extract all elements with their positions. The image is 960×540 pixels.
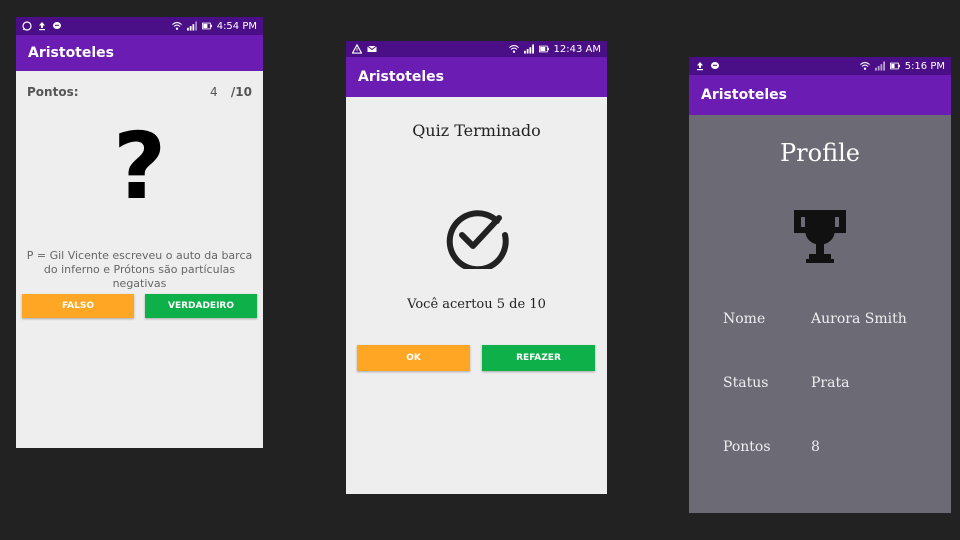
app-bar: Aristoteles bbox=[689, 75, 951, 115]
result-content: Quiz Terminado Você acertou 5 de 10 OK R… bbox=[346, 97, 607, 494]
app-title: Aristoteles bbox=[358, 69, 444, 85]
app-title: Aristoteles bbox=[701, 87, 787, 103]
result-text: Você acertou 5 de 10 bbox=[407, 297, 546, 312]
trophy-icon bbox=[790, 207, 850, 265]
points-label: Pontos bbox=[723, 439, 771, 455]
warning-icon bbox=[352, 44, 362, 54]
status-bar: 4:54 PM bbox=[16, 17, 263, 35]
question-mark-icon: ? bbox=[112, 113, 167, 220]
status-bar: 5:16 PM bbox=[689, 57, 951, 75]
quiz-content: Pontos: 4 /10 ? P = Gil Vicente escreveu… bbox=[16, 71, 263, 448]
ok-button[interactable]: OK bbox=[357, 345, 470, 371]
name-value: Aurora Smith bbox=[811, 311, 907, 327]
wifi-icon bbox=[508, 44, 519, 54]
app-title: Aristoteles bbox=[28, 45, 114, 61]
signal-icon bbox=[874, 61, 885, 71]
app-bar: Aristoteles bbox=[346, 57, 607, 97]
battery-icon bbox=[889, 61, 900, 71]
status-value: Prata bbox=[811, 375, 850, 391]
status-time: 12:43 AM bbox=[553, 43, 601, 55]
profile-content: Profile Nome Aurora Smith Status Prata P… bbox=[689, 115, 951, 513]
score-row: Pontos: 4 /10 bbox=[27, 85, 252, 101]
profile-title: Profile bbox=[780, 139, 860, 167]
chat-icon bbox=[52, 21, 62, 31]
quiz-finished-title: Quiz Terminado bbox=[412, 121, 541, 140]
check-circle-icon bbox=[443, 201, 511, 273]
quiz-finished-screen: 12:43 AM Aristoteles Quiz Terminado Você… bbox=[346, 41, 607, 494]
upload-icon bbox=[695, 61, 705, 71]
whatsapp-icon bbox=[22, 21, 32, 31]
true-button[interactable]: VERDADEIRO bbox=[145, 294, 257, 318]
status-time: 4:54 PM bbox=[216, 20, 257, 32]
profile-screen: 5:16 PM Aristoteles Profile Nome Aurora … bbox=[689, 57, 951, 513]
score-total: /10 bbox=[230, 85, 252, 99]
chat-icon bbox=[710, 61, 720, 71]
false-button[interactable]: FALSO bbox=[22, 294, 134, 318]
quiz-question-screen: 4:54 PM Aristoteles Pontos: 4 /10 ? P = … bbox=[16, 17, 263, 448]
status-time: 5:16 PM bbox=[904, 60, 945, 72]
redo-button[interactable]: REFAZER bbox=[482, 345, 595, 371]
wifi-icon bbox=[171, 21, 182, 31]
status-label: Status bbox=[723, 375, 769, 391]
points-value: 8 bbox=[811, 439, 820, 455]
battery-icon bbox=[538, 44, 549, 54]
question-text: P = Gil Vicente escreveu o auto da barca… bbox=[26, 249, 253, 290]
signal-icon bbox=[523, 44, 534, 54]
score-value: 4 bbox=[210, 85, 218, 99]
status-bar: 12:43 AM bbox=[346, 41, 607, 57]
app-bar: Aristoteles bbox=[16, 35, 263, 71]
wifi-icon bbox=[859, 61, 870, 71]
score-label: Pontos: bbox=[27, 85, 79, 99]
battery-icon bbox=[201, 21, 212, 31]
mail-icon bbox=[367, 44, 377, 54]
upload-icon bbox=[37, 21, 47, 31]
signal-icon bbox=[186, 21, 197, 31]
name-label: Nome bbox=[723, 311, 766, 327]
